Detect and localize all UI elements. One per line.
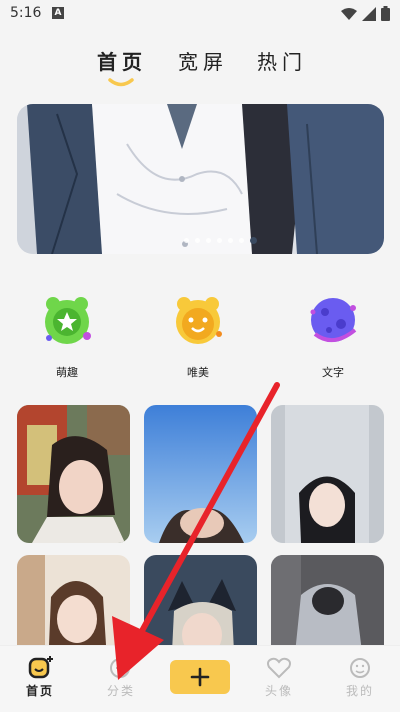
category-label: 萌趣 — [56, 366, 78, 379]
bottom-nav: 首页 分类 头像 我的 — [0, 645, 400, 712]
category-label: 唯美 — [187, 366, 209, 379]
nav-category[interactable]: 分类 — [86, 656, 156, 699]
nav-label: 头像 — [264, 684, 293, 698]
wallpaper-tile[interactable] — [17, 405, 130, 543]
status-time: 5:16 — [10, 5, 42, 21]
profile-icon — [350, 658, 370, 678]
category-aesthetic[interactable]: 唯美 — [158, 290, 238, 380]
battery-icon — [381, 6, 390, 21]
category-text[interactable]: 文字 — [293, 290, 373, 380]
home-face-icon — [28, 656, 53, 679]
banner-dot — [184, 238, 189, 243]
signal-icon — [362, 6, 376, 21]
banner-dot — [206, 238, 211, 243]
category-row: 萌趣 唯美 文字 — [0, 290, 400, 390]
tab-active-indicator — [108, 78, 134, 87]
nav-label: 首页 — [25, 684, 54, 698]
nav-label: 我的 — [345, 684, 374, 698]
nav-avatar[interactable]: 头像 — [244, 656, 314, 699]
banner-dot — [217, 238, 222, 243]
tab-popular[interactable]: 热门 — [257, 46, 307, 75]
notification-icon: A — [52, 7, 64, 19]
nav-label: 分类 — [106, 684, 135, 698]
nav-profile[interactable]: 我的 — [325, 656, 395, 699]
banner-dot-active — [250, 237, 257, 244]
top-tabs: 首页 宽屏 热门 — [0, 46, 400, 90]
banner-dot — [228, 238, 233, 243]
banner-carousel[interactable] — [17, 104, 384, 254]
banner-dots — [17, 237, 384, 244]
nav-home[interactable]: 首页 — [5, 656, 75, 699]
status-icons — [341, 6, 390, 21]
wifi-icon — [341, 7, 357, 20]
wallpaper-tile[interactable] — [144, 405, 257, 543]
wallpaper-thumbnail — [17, 405, 130, 543]
yellow-bear-icon — [176, 297, 222, 344]
avatar-heart-icon — [267, 657, 291, 679]
add-button[interactable] — [170, 660, 230, 694]
wallpaper-thumbnail — [144, 405, 257, 543]
category-plus-icon — [110, 658, 130, 678]
category-label: 文字 — [322, 366, 344, 379]
wallpaper-tile[interactable] — [271, 405, 384, 543]
green-star-cat-icon — [45, 297, 91, 344]
category-cute[interactable]: 萌趣 — [27, 290, 107, 380]
status-bar: 5:16 A — [0, 0, 400, 28]
purple-planet-icon — [310, 298, 357, 342]
wallpaper-thumbnail — [271, 405, 384, 543]
banner-dot — [195, 238, 200, 243]
tab-home[interactable]: 首页 — [97, 46, 147, 75]
add-icon — [190, 667, 210, 687]
tab-widescreen[interactable]: 宽屏 — [178, 46, 228, 75]
banner-dot — [239, 238, 244, 243]
banner-image — [17, 104, 384, 254]
